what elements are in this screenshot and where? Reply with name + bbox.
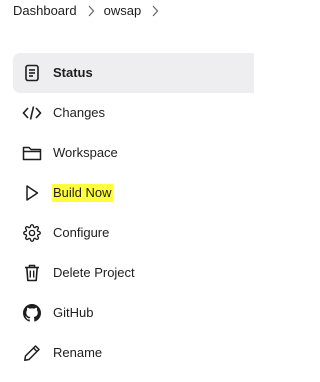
gear-icon — [22, 223, 42, 243]
github-icon — [22, 303, 42, 323]
pencil-icon — [22, 343, 42, 363]
chevron-right-icon[interactable] — [150, 4, 160, 18]
sidebar-item-workspace[interactable]: Workspace — [13, 133, 254, 173]
sidebar-item-label: Status — [53, 65, 93, 80]
sidebar-item-label: Delete Project — [53, 265, 135, 280]
breadcrumb-dashboard[interactable]: Dashboard — [13, 3, 77, 18]
sidebar-item-configure[interactable]: Configure — [13, 213, 254, 253]
sidebar-item-delete-project[interactable]: Delete Project — [13, 253, 254, 293]
sidebar-item-label: Workspace — [53, 145, 118, 160]
sidebar-item-github[interactable]: GitHub — [13, 293, 254, 333]
sidebar-item-label: Build Now — [52, 184, 113, 202]
sidebar-item-label: GitHub — [53, 305, 94, 320]
code-icon — [22, 103, 42, 123]
folder-icon — [22, 143, 42, 163]
chevron-right-icon[interactable] — [86, 4, 96, 18]
sidebar-item-label: Rename — [53, 345, 103, 360]
sidebar: Status Changes Workspace Build Now Confi… — [13, 53, 254, 373]
trash-icon — [22, 263, 42, 283]
play-icon — [22, 183, 42, 203]
document-icon — [22, 63, 42, 83]
breadcrumb: Dashboard owsap — [13, 3, 168, 18]
sidebar-item-label: Changes — [53, 105, 106, 120]
sidebar-item-build-now[interactable]: Build Now — [13, 173, 254, 213]
sidebar-item-changes[interactable]: Changes — [13, 93, 254, 133]
sidebar-item-rename[interactable]: Rename — [13, 333, 254, 373]
sidebar-item-label: Configure — [53, 225, 110, 240]
sidebar-item-status[interactable]: Status — [13, 53, 254, 93]
breadcrumb-owsap[interactable]: owsap — [104, 3, 142, 18]
